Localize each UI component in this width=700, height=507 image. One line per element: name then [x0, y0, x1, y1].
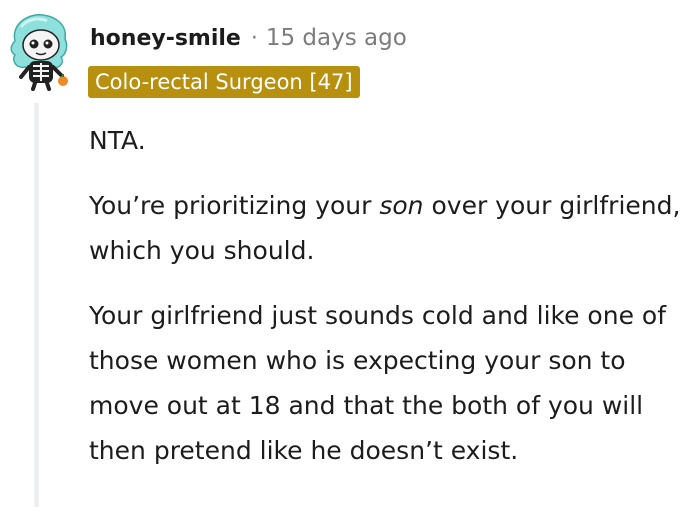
- paragraph-2-emphasis: son: [379, 191, 424, 220]
- comment-timestamp[interactable]: 15 days ago: [266, 25, 407, 51]
- user-flair-badge: Colo-rectal Surgeon [47]: [88, 66, 360, 98]
- comment-paragraph-3: Your girlfriend just sounds cold and lik…: [89, 301, 666, 465]
- username-link[interactable]: honey-smile: [90, 26, 241, 51]
- user-avatar[interactable]: [5, 11, 75, 91]
- comment-header: honey-smile · 15 days ago: [90, 22, 407, 54]
- skeleton-snoo-avatar-icon: [10, 14, 68, 91]
- thread-collapse-line[interactable]: [34, 103, 39, 507]
- meta-separator: ·: [250, 25, 258, 51]
- comment-paragraph-2: You’re prioritizing your son over your g…: [89, 183, 694, 273]
- paragraph-2-text-start: You’re prioritizing your: [89, 191, 380, 220]
- comment: honey-smile · 15 days ago Colo-rectal Su…: [0, 0, 700, 507]
- comment-paragraph-1: NTA.: [89, 126, 146, 155]
- comment-body: NTA. You’re prioritizing your son over y…: [89, 118, 694, 473]
